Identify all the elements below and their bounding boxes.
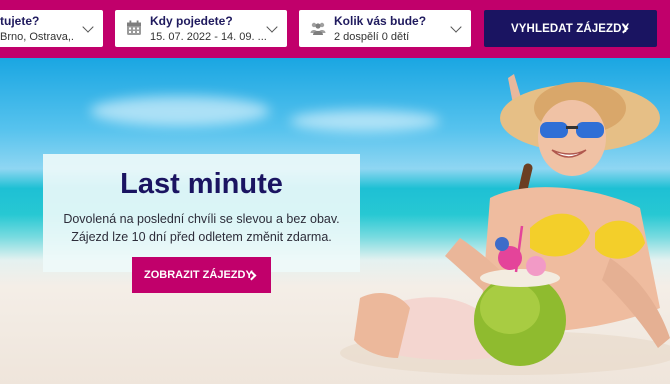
dates-field[interactable]: Kdy pojedete? 15. 07. 2022 - 14. 09. ... xyxy=(115,10,287,47)
destination-label: tujete? xyxy=(0,14,40,28)
chevron-down-icon[interactable] xyxy=(450,21,462,33)
hero-image xyxy=(340,74,670,375)
dates-value: 15. 07. 2022 - 14. 09. ... xyxy=(150,31,267,43)
promo-title: Last minute xyxy=(120,168,283,200)
cloud-decoration xyxy=(90,96,270,126)
travelers-field[interactable]: Kolik vás bude? 2 dospělí 0 dětí xyxy=(299,10,471,47)
travelers-label: Kolik vás bude? xyxy=(334,14,427,28)
promo-card: Last minute Dovolená na poslední chvíli … xyxy=(43,154,360,272)
destination-value: Brno, Ostrava,... xyxy=(0,31,74,43)
travelers-value: 2 dospělí 0 dětí xyxy=(334,31,410,43)
promo-text-line-2: Zájezd lze 10 dní před odletem změnit zd… xyxy=(71,230,332,244)
promo-text-line-1: Dovolená na poslední chvíli se slevou a … xyxy=(63,212,340,226)
destination-field[interactable]: tujete? Brno, Ostrava,... xyxy=(0,10,103,47)
hero-banner: Last minute Dovolená na poslední chvíli … xyxy=(0,58,670,384)
search-bar: tujete? Brno, Ostrava,... Kdy pojedete? … xyxy=(0,0,670,58)
search-button-label: VYHLEDAT ZÁJEZDY xyxy=(511,22,630,35)
people-icon xyxy=(310,22,326,35)
dates-label: Kdy pojedete? xyxy=(150,14,233,28)
show-tours-button[interactable]: ZOBRAZIT ZÁJEZDY xyxy=(132,257,271,293)
chevron-down-icon[interactable] xyxy=(266,21,278,33)
show-tours-button-label: ZOBRAZIT ZÁJEZDY xyxy=(144,269,253,281)
search-button[interactable]: VYHLEDAT ZÁJEZDY xyxy=(484,10,657,47)
calendar-icon xyxy=(127,20,141,35)
chevron-down-icon[interactable] xyxy=(82,21,94,33)
